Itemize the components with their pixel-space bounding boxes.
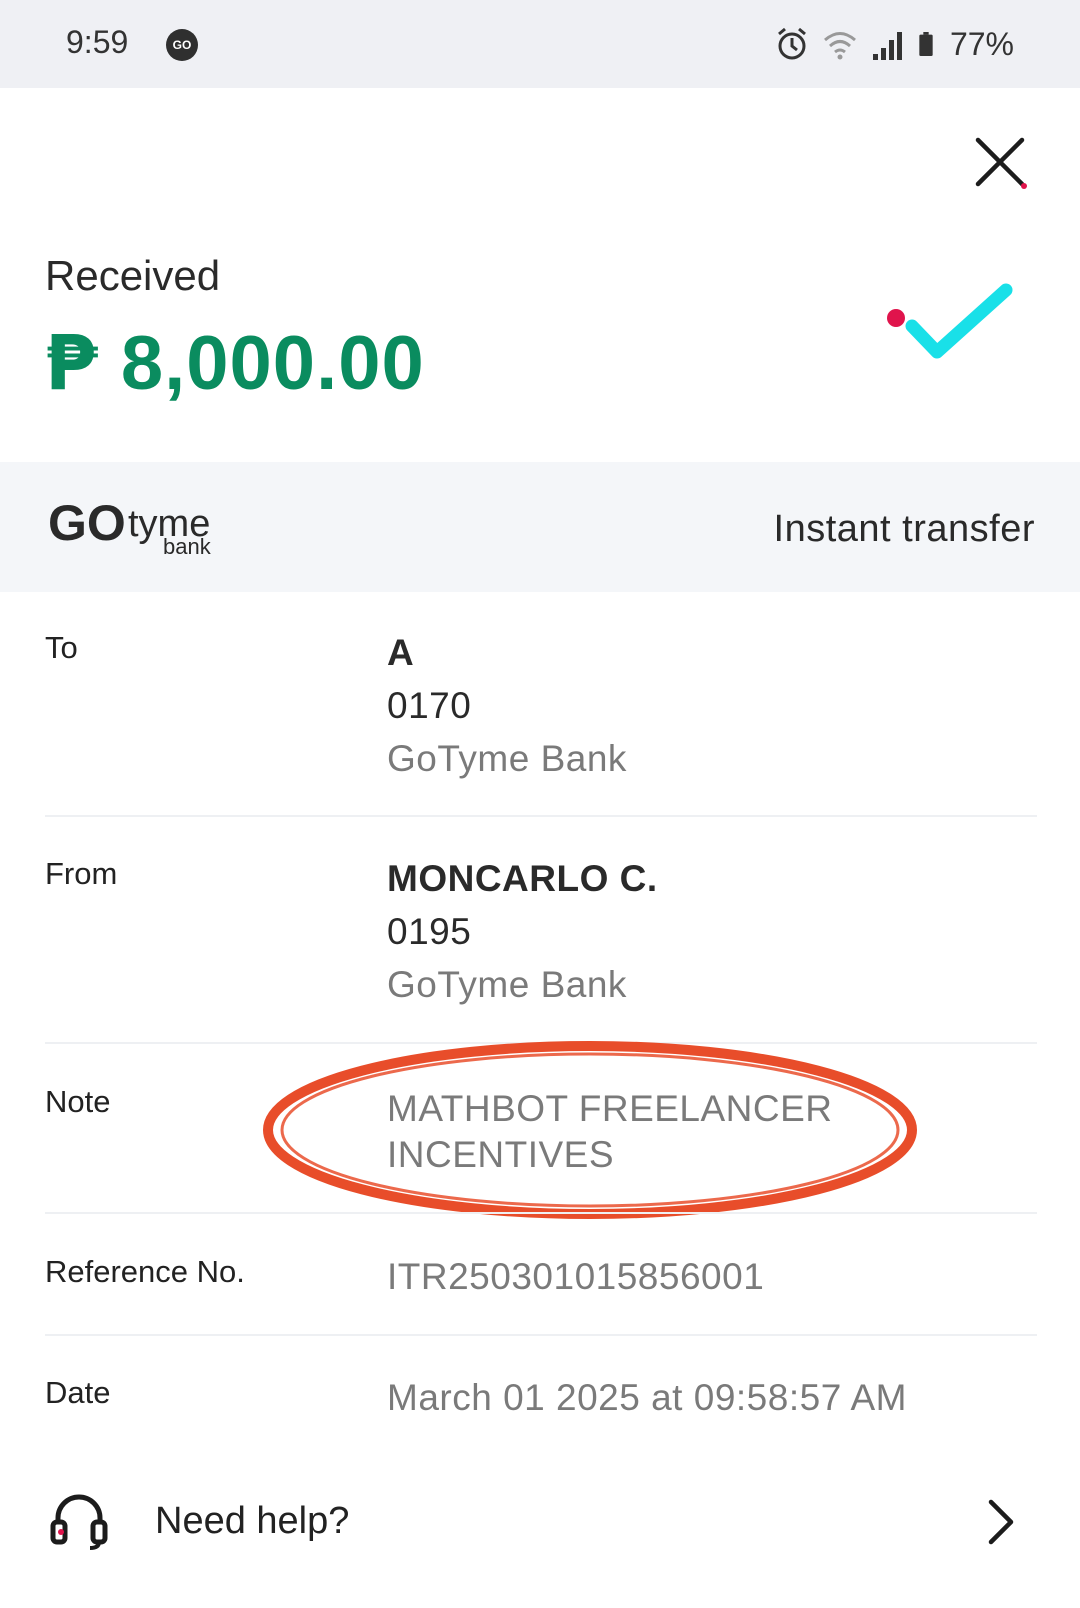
amount-value: 8,000.00 [120, 321, 425, 406]
transaction-amount: ₱ 8,000.00 [45, 318, 425, 407]
reference-value: ITR250301015856001 [387, 1256, 765, 1297]
to-bank: GoTyme Bank [387, 738, 627, 779]
battery-icon [919, 32, 933, 56]
from-bank: GoTyme Bank [387, 964, 627, 1005]
svg-text:bank: bank [163, 534, 212, 559]
from-name: MONCARLO C. [387, 858, 658, 899]
headset-icon [50, 1494, 108, 1550]
date-label: Date [45, 1375, 111, 1410]
status-icons: 77% [762, 22, 1014, 66]
wifi-icon [823, 32, 856, 60]
battery-percent: 77% [949, 25, 1014, 62]
from-account: 0195 [387, 911, 472, 952]
divider [45, 1212, 1037, 1214]
svg-text:GO: GO [48, 495, 126, 551]
transaction-status-label: Received [45, 252, 221, 299]
currency-symbol: ₱ [45, 318, 99, 407]
signal-icon [872, 32, 902, 60]
alarm-icon [777, 27, 806, 60]
need-help-label: Need help? [155, 1500, 350, 1542]
divider [45, 815, 1037, 817]
gotyme-bank-logo: GO tyme bank [48, 495, 212, 559]
to-name: A [387, 632, 415, 673]
note-line-1: MATHBOT FREELANCER [387, 1088, 833, 1129]
note-label: Note [45, 1084, 111, 1119]
gotyme-notification-icon: GO [166, 29, 198, 61]
reference-label: Reference No. [45, 1254, 245, 1289]
check-icon [887, 283, 1013, 359]
close-icon[interactable] [972, 134, 1032, 194]
to-account: 0170 [387, 685, 472, 726]
divider [45, 1334, 1037, 1336]
status-time: 9:59 [66, 24, 129, 60]
date-value: March 01 2025 at 09:58:57 AM [387, 1377, 908, 1418]
transaction-receipt-screen: 9:59 GO 77% Received ₱ 8,000.00 GO tyme … [0, 0, 1080, 1608]
highlight-circle [263, 1041, 917, 1219]
status-bar: 9:59 GO 77% [0, 0, 1080, 88]
from-label: From [45, 856, 118, 891]
to-label: To [45, 630, 78, 665]
chevron-right-icon[interactable] [986, 1498, 1016, 1546]
note-line-2: INCENTIVES [387, 1134, 615, 1175]
transfer-type: Instant transfer [773, 508, 1035, 550]
